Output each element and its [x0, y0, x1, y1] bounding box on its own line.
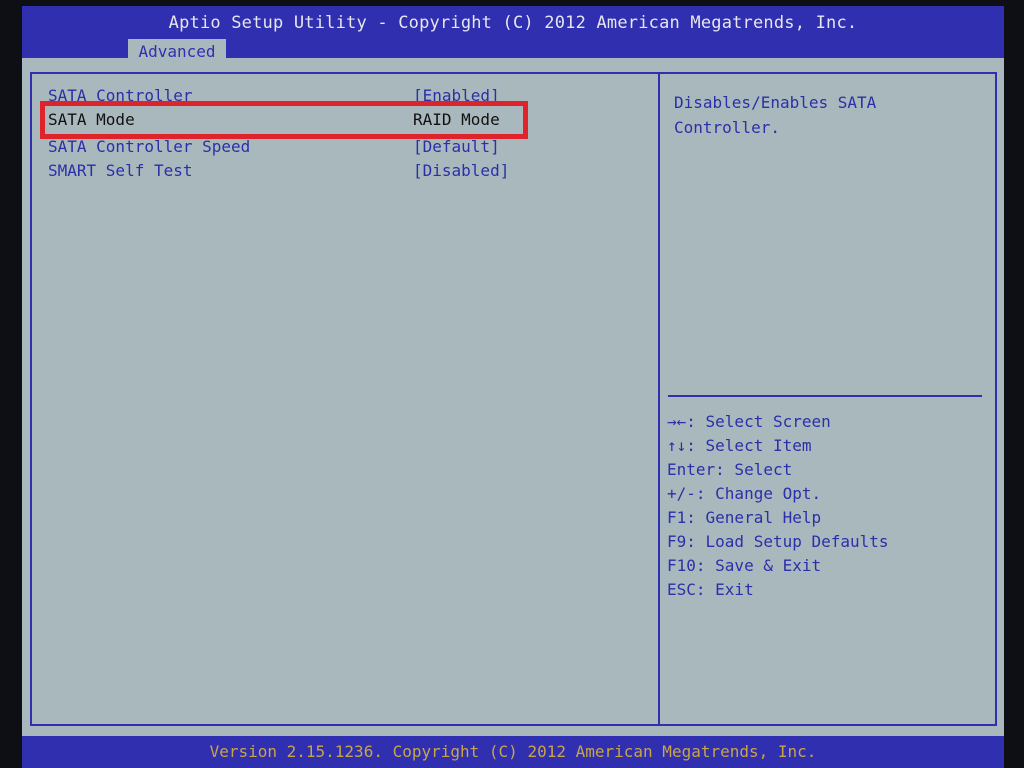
version-text: Version 2.15.1236. Copyright (C) 2012 Am…	[209, 742, 817, 761]
setting-label: SMART Self Test	[48, 161, 193, 180]
setting-smart-self-test[interactable]: SMART Self Test [Disabled]	[22, 161, 642, 185]
help-description: Disables/Enables SATA Controller.	[674, 93, 877, 137]
footer-bar: Version 2.15.1236. Copyright (C) 2012 Am…	[22, 736, 1004, 768]
vertical-divider	[658, 72, 660, 726]
key-enter-select: Enter: Select	[667, 460, 793, 479]
setting-sata-controller-speed[interactable]: SATA Controller Speed [Default]	[22, 137, 642, 161]
selection-highlight-box	[40, 101, 528, 139]
key-load-defaults: F9: Load Setup Defaults	[667, 532, 889, 551]
setting-value: [Default]	[413, 137, 500, 156]
key-general-help: F1: General Help	[667, 508, 822, 527]
key-change-opt: +/-: Change Opt.	[667, 484, 822, 503]
key-select-screen: →←: Select Screen	[667, 412, 831, 431]
help-divider	[668, 395, 982, 397]
key-select-item: ↑↓: Select Item	[667, 436, 812, 455]
setting-label: SATA Controller Speed	[48, 137, 251, 156]
setting-value: [Disabled]	[413, 161, 510, 180]
bios-screen: Aptio Setup Utility - Copyright (C) 2012…	[0, 0, 1024, 768]
main-panel: SATA Controller [Enabled] SATA Mode RAID…	[22, 58, 1004, 736]
title-bar: Aptio Setup Utility - Copyright (C) 2012…	[22, 6, 1004, 64]
key-legend: →←: Select Screen ↑↓: Select Item Enter:…	[667, 410, 987, 602]
key-exit: ESC: Exit	[667, 580, 754, 599]
key-save-exit: F10: Save & Exit	[667, 556, 822, 575]
app-title: Aptio Setup Utility - Copyright (C) 2012…	[168, 13, 858, 33]
